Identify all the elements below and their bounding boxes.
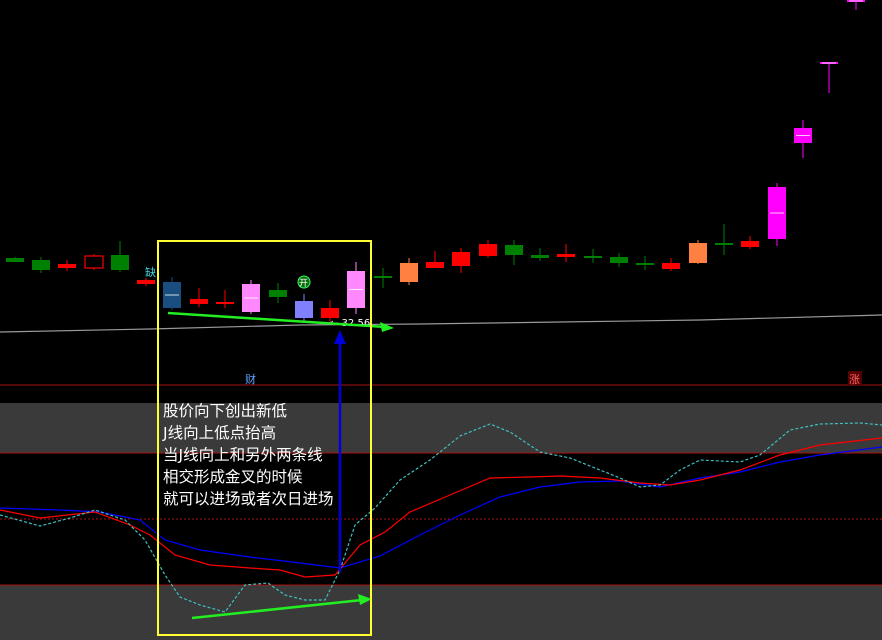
annotation-line: 就可以进场或者次日进场 bbox=[163, 490, 334, 508]
candle-body bbox=[400, 263, 418, 282]
candle-body bbox=[689, 243, 707, 263]
oversold-band bbox=[0, 585, 882, 640]
candle-body bbox=[321, 308, 339, 318]
candle-body bbox=[6, 258, 24, 262]
strategy-annotation: 股价向下创出新低 J线向上低点抬高 当J线向上和另外两条线 相交形成金叉的时候 … bbox=[163, 400, 334, 510]
annotation-line: 股价向下创出新低 bbox=[163, 402, 288, 420]
marker-zhang: 涨 bbox=[849, 373, 860, 386]
candle-body bbox=[216, 302, 234, 304]
candle-body bbox=[190, 299, 208, 304]
candle-body bbox=[58, 264, 76, 268]
candle-body bbox=[715, 243, 733, 245]
candle-body bbox=[111, 255, 129, 270]
candle-body bbox=[584, 256, 602, 258]
marker-shi: 开 bbox=[299, 278, 308, 289]
annotation-line: J线向上低点抬高 bbox=[163, 424, 277, 442]
candle-body bbox=[610, 257, 628, 263]
candle-body bbox=[295, 301, 313, 318]
marker-cai: 财 bbox=[245, 372, 256, 386]
candle-body bbox=[531, 255, 549, 258]
stock-chart[interactable]: 缺 开 ← 32.56 财 涨 bbox=[0, 0, 882, 640]
candle-body bbox=[137, 280, 155, 284]
annotation-line: 相交形成金叉的时候 bbox=[163, 468, 303, 486]
candle-body bbox=[84, 255, 104, 269]
candle-body bbox=[479, 244, 497, 256]
candle-body bbox=[32, 260, 50, 270]
candle-body bbox=[374, 276, 392, 278]
candle-body bbox=[662, 263, 680, 269]
candle-body bbox=[636, 263, 654, 265]
candle-body bbox=[269, 290, 287, 297]
marker-que: 缺 bbox=[145, 265, 156, 279]
overbought-band bbox=[0, 403, 882, 453]
candle-body bbox=[505, 245, 523, 255]
annotation-line: 当J线向上和另外两条线 bbox=[163, 446, 323, 464]
candle-body bbox=[741, 241, 759, 247]
candle-body bbox=[426, 262, 444, 268]
candle-body bbox=[452, 252, 470, 266]
candle-body bbox=[557, 254, 575, 257]
